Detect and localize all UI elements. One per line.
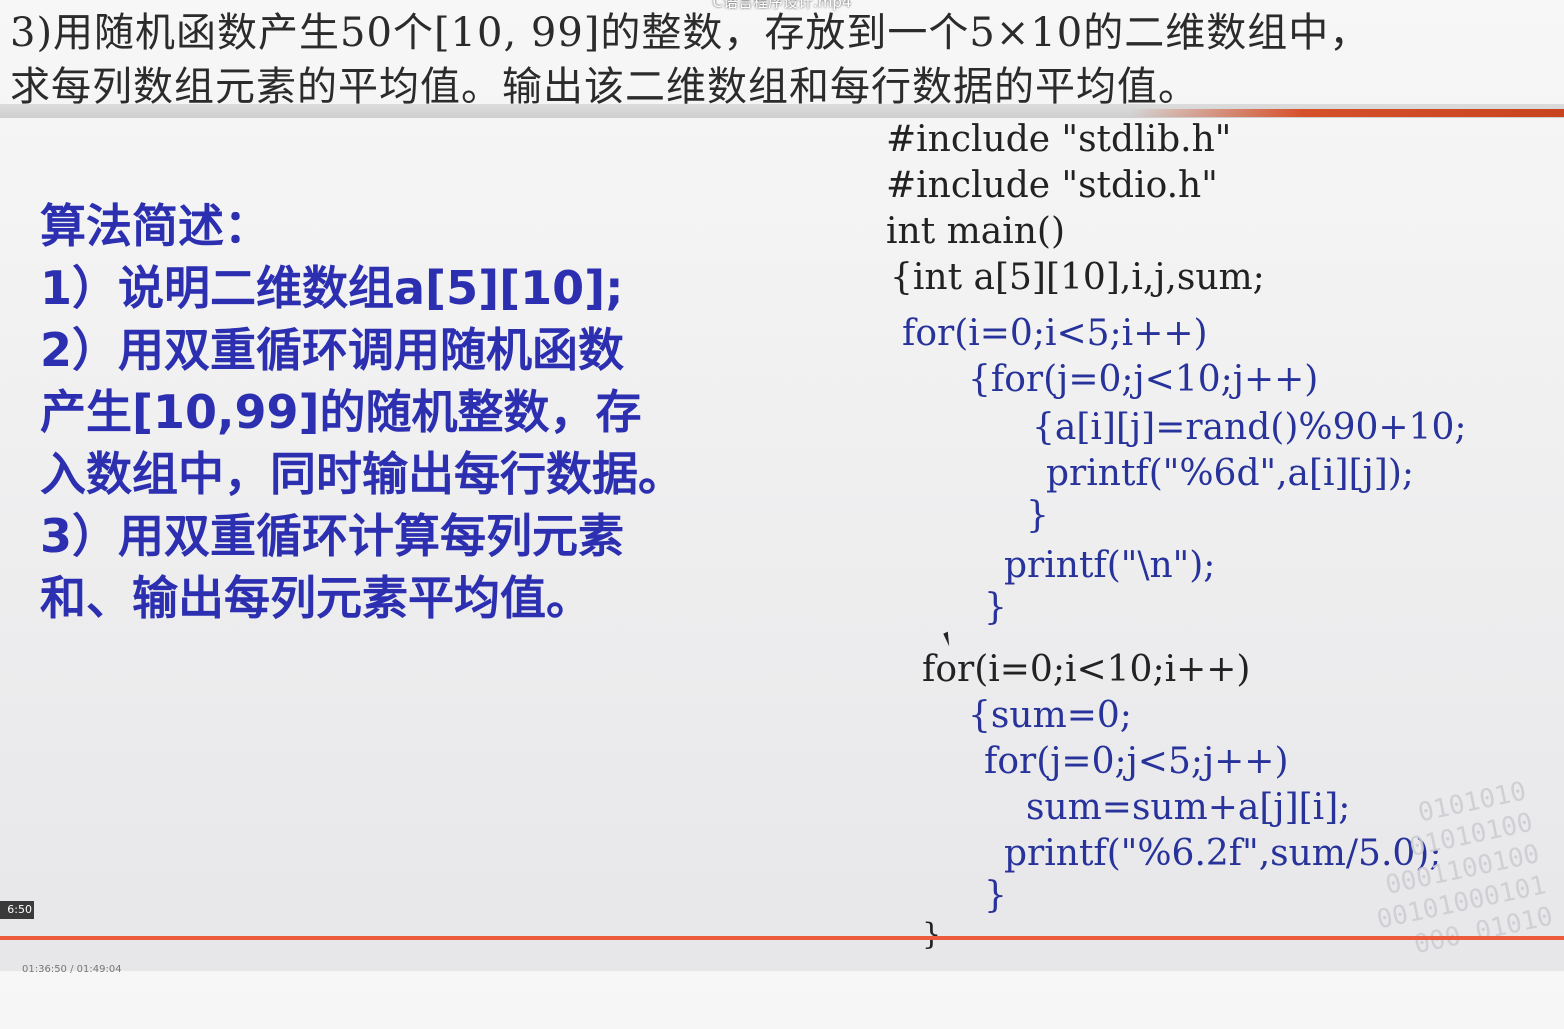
time-readout: 01:36:50 / 01:49:04 (22, 964, 122, 975)
code-line: {sum=0; (968, 695, 1132, 736)
code-line: for(i=0;i<10;i++) (922, 649, 1251, 690)
algorithm-step-3-cont: 和、输出每列元素平均值。 (40, 571, 592, 625)
code-line: #include "stdlib.h" (886, 119, 1232, 160)
code-line: } (922, 917, 942, 952)
problem-line-1: 3)用随机函数产生50个[10, 99]的整数，存放到一个5×10的二维数组中， (10, 10, 1371, 56)
code-line: #include "stdio.h" (886, 165, 1218, 206)
algorithm-step-2-cont2: 入数组中，同时输出每行数据。 (40, 447, 684, 501)
current-time-badge: 6:50 (0, 901, 34, 919)
code-line: int main() (886, 211, 1065, 252)
binary-text: 0101010 01010100 0001100100 00101000101 … (1374, 776, 1556, 961)
algorithm-summary: 算法简述： 1）说明二维数组a[5][10]; 2）用双重循环调用随机函数 产生… (40, 195, 800, 629)
algorithm-step-3: 3）用双重循环计算每列元素 (40, 509, 625, 563)
code-line: } (984, 587, 1007, 628)
code-line: } (984, 875, 1007, 916)
code-line: printf("\n"); (1004, 545, 1216, 586)
slide-divider-accent (1130, 109, 1564, 117)
code-line: printf("%6d",a[i][j]); (1046, 453, 1414, 494)
algorithm-step-2-cont: 产生[10,99]的随机整数，存 (40, 385, 642, 439)
problem-statement: 3)用随机函数产生50个[10, 99]的整数，存放到一个5×10的二维数组中，… (10, 6, 1550, 114)
code-line: {a[i][j]=rand()%90+10; (1032, 407, 1467, 448)
algorithm-title: 算法简述： (40, 199, 270, 253)
code-line: {for(j=0;j<10;j++) (968, 359, 1319, 400)
code-line: for(i=0;i<5;i++) (902, 313, 1208, 354)
code-line: } (1026, 495, 1049, 536)
code-line: for(j=0;j<5;j++) (984, 741, 1289, 782)
algorithm-step-2: 2）用双重循环调用随机函数 (40, 323, 625, 377)
algorithm-step-1: 1）说明二维数组a[5][10]; (40, 261, 624, 315)
code-line: {int a[5][10],i,j,sum; (890, 257, 1265, 298)
video-progress-bar[interactable] (0, 936, 1564, 940)
video-progress-fill (0, 936, 1564, 940)
